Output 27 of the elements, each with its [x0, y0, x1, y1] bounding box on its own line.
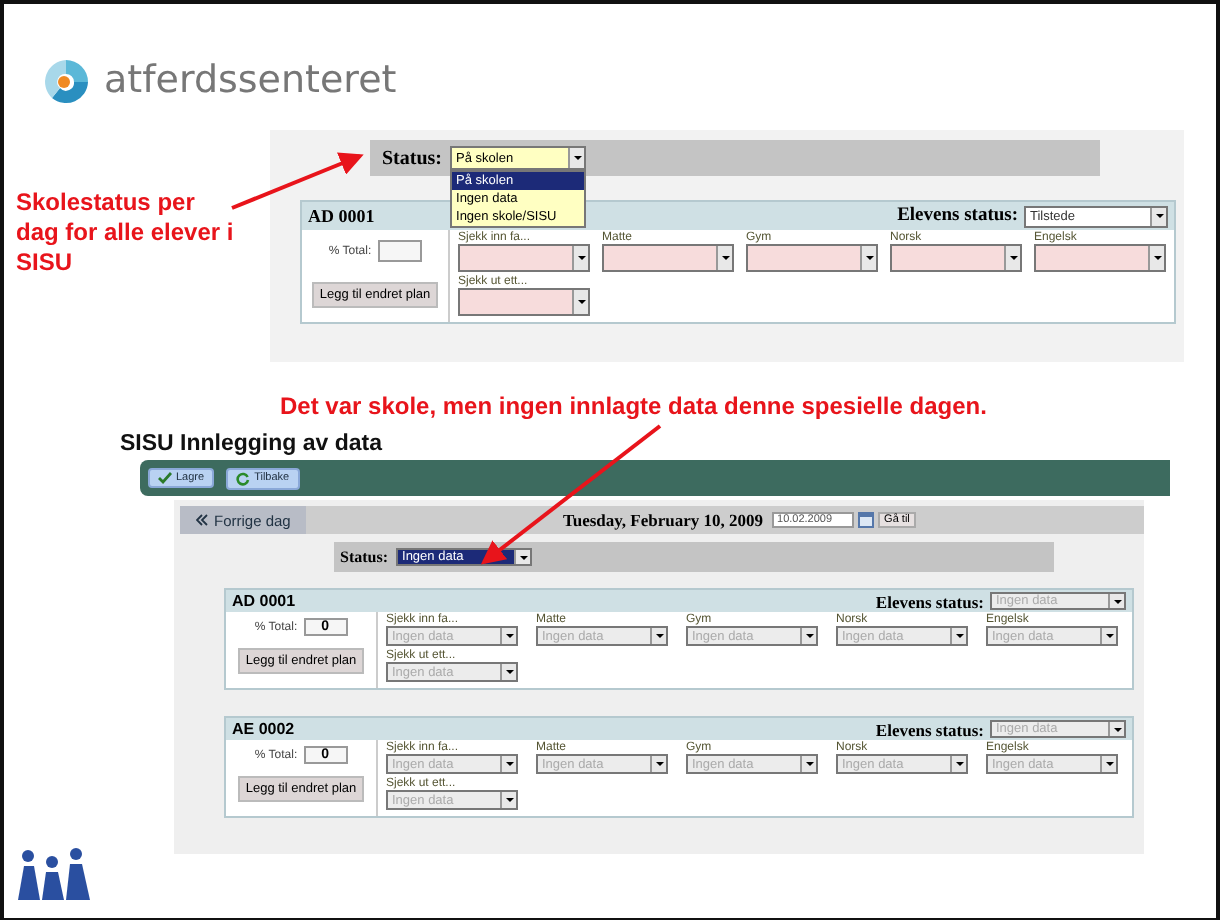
people-logo-icon — [12, 844, 96, 904]
student-status-label: Elevens status: — [875, 719, 984, 739]
student-id: AD 0001 — [232, 592, 296, 610]
status-label: Status: — [340, 548, 389, 566]
status-label: Status: — [382, 147, 443, 169]
student-status-label: Elevens status: — [897, 206, 1018, 226]
subject-select[interactable] — [890, 244, 1022, 272]
checkmark-icon — [158, 472, 172, 484]
back-arrow-icon — [196, 514, 208, 526]
date-text: Tuesday, February 10, 2009 — [562, 510, 764, 530]
subject-select[interactable] — [1034, 244, 1166, 272]
calendar-icon[interactable] — [858, 512, 875, 528]
student-status-label: Elevens status: — [875, 591, 984, 611]
page-title: SISU Innlegging av data — [120, 432, 384, 456]
arrow — [231, 152, 364, 210]
refresh-icon — [236, 471, 251, 485]
student-id: AD 0001 — [308, 206, 375, 226]
logo-icon — [40, 56, 92, 104]
subject-select[interactable] — [458, 288, 590, 316]
student-id: AE 0002 — [232, 720, 295, 738]
annotation-text: Det var skole, men ingen innlagte data denne spesielle dagen. — [280, 392, 987, 422]
logo-text: atferdssenteret — [104, 58, 397, 102]
total-field[interactable] — [377, 240, 422, 262]
subject-select[interactable] — [458, 244, 590, 272]
subject-select[interactable] — [746, 244, 878, 272]
annotation-text: Skolestatus per dag for alle elever i SISU — [16, 188, 236, 278]
subject-select[interactable] — [602, 244, 734, 272]
